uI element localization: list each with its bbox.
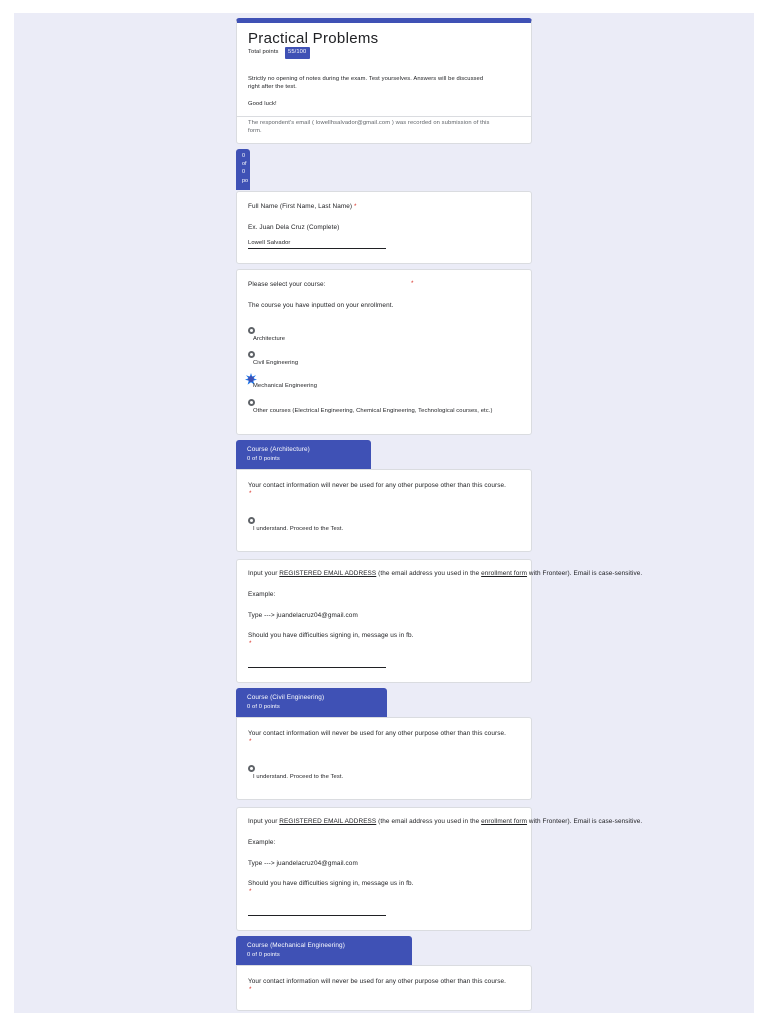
contact-agreement-question: Your contact information will never be u… — [236, 469, 532, 552]
enrollment-form-link[interactable]: enrollment form — [481, 570, 527, 577]
email-input[interactable] — [248, 915, 386, 916]
example-label: Example: — [248, 591, 276, 598]
question-hint: The course you have inputted on your enr… — [248, 302, 394, 309]
course-question: Please select your course: * The course … — [236, 269, 532, 435]
points-badge: 55/100 — [285, 47, 310, 59]
total-points-label: Total points — [248, 49, 279, 55]
required-asterisk: * — [249, 986, 252, 993]
required-asterisk: * — [411, 280, 414, 287]
example-text: Type ---> juandelacruz04@gmail.com — [248, 860, 358, 867]
question-label: Input your REGISTERED EMAIL ADDRESS (the… — [248, 818, 643, 825]
form-title: Practical Problems — [248, 30, 379, 47]
section-header-architecture: Course (Architecture) 0 of 0 points — [236, 440, 371, 469]
good-luck-text: Good luck! — [248, 101, 277, 107]
full-name-input[interactable]: Lowell Salvador — [248, 240, 290, 247]
required-asterisk: * — [249, 490, 252, 497]
form-header-card: Practical Problems Total points 55/100 S… — [236, 18, 532, 144]
question-label: Your contact information will never be u… — [248, 482, 507, 489]
question-label: Full Name (First Name, Last Name) * — [248, 203, 357, 210]
radio-button[interactable] — [248, 327, 255, 334]
understand-option[interactable]: I understand. Proceed to the Test. — [253, 526, 343, 533]
form-description-line2: right after the test. — [248, 84, 297, 90]
section-header-mechanical-engineering: Course (Mechanical Engineering) 0 of 0 p… — [236, 936, 412, 965]
contact-agreement-question: Your contact information will never be u… — [236, 717, 532, 800]
understand-option[interactable]: I understand. Proceed to the Test. — [253, 774, 343, 781]
radio-button[interactable] — [248, 765, 255, 772]
difficulty-text: Should you have difficulties signing in,… — [248, 632, 414, 639]
example-label: Example: — [248, 839, 276, 846]
question-label: Please select your course: — [248, 281, 326, 288]
required-asterisk: * — [249, 888, 252, 895]
email-recorded-note-line1: The respondent's email ( lowellhsalvador… — [248, 120, 490, 126]
email-input[interactable] — [248, 667, 386, 668]
radio-button[interactable] — [248, 351, 255, 358]
input-underline — [248, 248, 386, 249]
contact-agreement-question: Your contact information will never be u… — [236, 965, 532, 1011]
full-name-question: Full Name (First Name, Last Name) * Ex. … — [236, 191, 532, 264]
enrollment-form-link[interactable]: enrollment form — [481, 818, 527, 825]
divider — [237, 116, 531, 117]
form-description-line1: Strictly no opening of notes during the … — [248, 76, 484, 82]
registered-email-link[interactable]: REGISTERED EMAIL ADDRESS — [279, 818, 376, 825]
registered-email-link[interactable]: REGISTERED EMAIL ADDRESS — [279, 570, 376, 577]
required-asterisk: * — [354, 203, 357, 210]
required-asterisk: * — [249, 738, 252, 745]
question-label: Your contact information will never be u… — [248, 978, 507, 985]
section-points-tab: 0 of 0 po — [236, 149, 250, 190]
radio-button[interactable] — [248, 517, 255, 524]
question-hint: Ex. Juan Dela Cruz (Complete) — [248, 224, 340, 231]
required-asterisk: * — [249, 640, 252, 647]
question-label: Input your REGISTERED EMAIL ADDRESS (the… — [248, 570, 643, 577]
example-text: Type ---> juandelacruz04@gmail.com — [248, 612, 358, 619]
section-header-civil-engineering: Course (Civil Engineering) 0 of 0 points — [236, 688, 387, 717]
email-recorded-note-line2: form. — [248, 128, 262, 134]
email-question: Input your REGISTERED EMAIL ADDRESS (the… — [236, 807, 642, 931]
email-question: Input your REGISTERED EMAIL ADDRESS (the… — [236, 559, 642, 683]
question-label: Your contact information will never be u… — [248, 730, 507, 737]
radio-button[interactable] — [248, 399, 255, 406]
difficulty-text: Should you have difficulties signing in,… — [248, 880, 414, 887]
